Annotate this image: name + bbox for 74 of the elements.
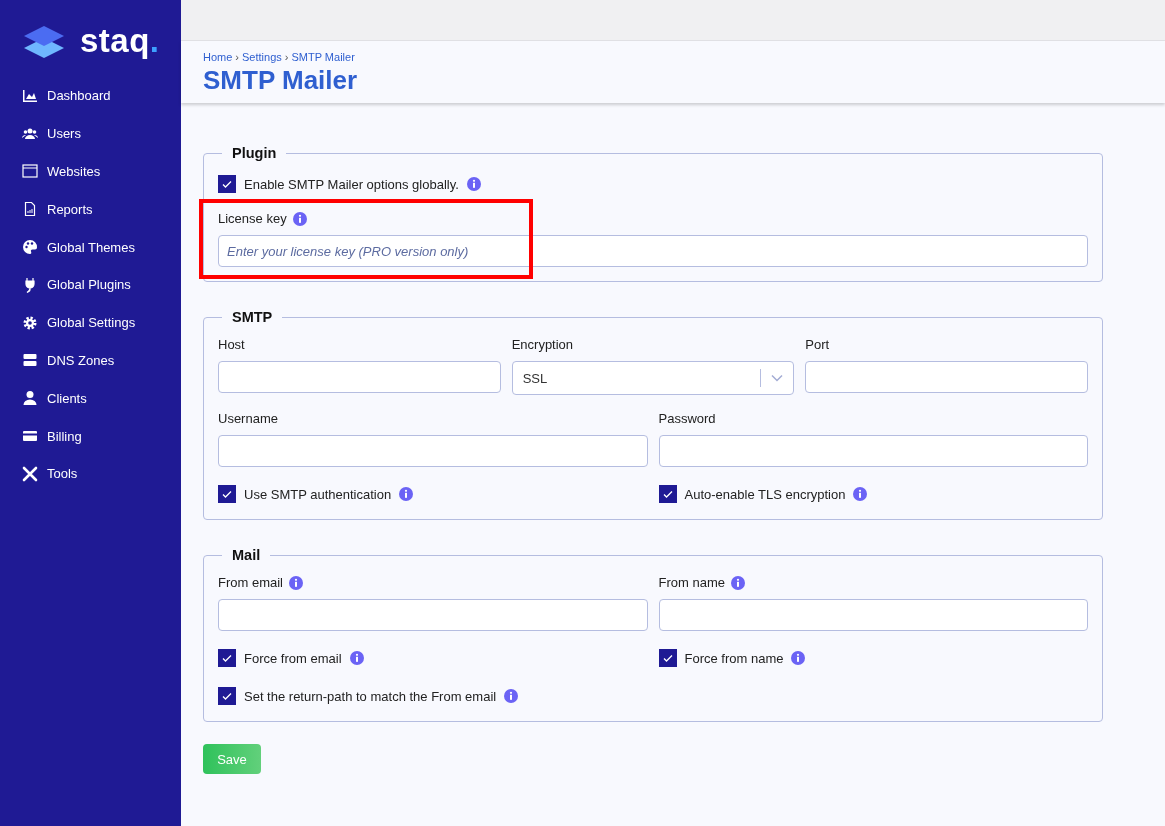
- check-icon: [221, 178, 233, 190]
- checkbox-label: Enable SMTP Mailer options globally.: [244, 176, 459, 192]
- checkbox-label: Force from email: [244, 650, 342, 666]
- check-icon: [221, 488, 233, 500]
- checkbox[interactable]: [218, 485, 236, 503]
- info-icon[interactable]: [399, 487, 414, 501]
- nav-item[interactable]: Global Plugins: [0, 266, 181, 304]
- input-field[interactable]: Enter your license key (PRO version only): [218, 235, 1088, 267]
- info-icon[interactable]: [289, 575, 303, 590]
- nav-item[interactable]: Dashboard: [0, 77, 181, 115]
- check-icon: [661, 488, 674, 500]
- field-label: Password: [658, 411, 716, 426]
- tools-icon: [22, 465, 38, 482]
- check-icon: [221, 652, 233, 664]
- file-icon: [22, 201, 38, 218]
- input-field[interactable]: [218, 435, 648, 467]
- field-label: From name: [658, 575, 725, 590]
- nav-item[interactable]: Tools: [0, 454, 181, 493]
- page-title: SMTP Mailer: [203, 65, 359, 95]
- nav-item[interactable]: Clients: [0, 379, 181, 418]
- plug-icon: [22, 276, 38, 293]
- nav-item[interactable]: Users: [0, 114, 181, 153]
- input-field[interactable]: [658, 599, 1088, 631]
- checkbox[interactable]: [218, 649, 236, 667]
- input-field[interactable]: [218, 599, 648, 631]
- checkbox-label: Set the return-path to match the From email: [244, 688, 497, 704]
- input-field[interactable]: [658, 435, 1088, 467]
- nav-item[interactable]: Reports: [0, 190, 181, 229]
- checkbox[interactable]: [658, 649, 677, 667]
- breadcrumb-link[interactable]: Home: [203, 51, 233, 63]
- nav-item[interactable]: Global Themes: [0, 228, 181, 266]
- checkbox-label: Auto-enable TLS encryption: [684, 486, 846, 502]
- select-dropdown[interactable]: SSL: [511, 361, 795, 395]
- section-title: Mail: [231, 547, 262, 563]
- breadcrumb-link[interactable]: SMTP Mailer: [291, 51, 355, 63]
- breadcrumb-separator: ›: [235, 51, 239, 63]
- section-title: SMTP: [231, 309, 274, 325]
- palette-icon: [22, 239, 38, 256]
- checkbox[interactable]: [218, 687, 236, 705]
- field-label: Port: [805, 337, 830, 352]
- field-label: Username: [218, 411, 278, 426]
- input-field[interactable]: [805, 361, 1088, 393]
- chevron-down-icon: [771, 374, 784, 382]
- checkbox-label: Force from name: [684, 650, 784, 666]
- field-label: From email: [218, 575, 283, 590]
- nav-item[interactable]: DNS Zones: [0, 341, 181, 380]
- breadcrumb-separator: ›: [284, 51, 289, 63]
- checkbox[interactable]: [218, 175, 236, 193]
- info-icon[interactable]: [466, 177, 481, 191]
- check-icon: [221, 690, 233, 702]
- brand-name[interactable]: staq.: [80, 23, 160, 57]
- nav-item[interactable]: Billing: [0, 417, 181, 455]
- info-icon[interactable]: [292, 211, 307, 226]
- info-icon[interactable]: [730, 575, 745, 590]
- input-field[interactable]: [218, 361, 501, 393]
- info-icon[interactable]: [504, 689, 519, 703]
- field-label: Host: [218, 337, 245, 352]
- info-icon[interactable]: [791, 651, 806, 665]
- nav-item[interactable]: Global Settings: [0, 303, 181, 342]
- field-label: Encryption: [511, 337, 574, 352]
- info-icon[interactable]: [349, 651, 364, 665]
- breadcrumb-link[interactable]: Settings: [242, 51, 282, 63]
- gear-icon: [22, 314, 38, 331]
- nav-item[interactable]: Websites: [0, 152, 181, 191]
- user-icon: [22, 390, 38, 407]
- checkbox-label: Use SMTP authentication: [244, 486, 392, 502]
- check-icon: [661, 652, 674, 664]
- window-icon: [22, 163, 38, 180]
- checkbox[interactable]: [658, 485, 677, 503]
- server-icon: [22, 352, 38, 369]
- section-title: Plugin: [231, 145, 278, 161]
- chart-icon: [22, 87, 38, 104]
- field-label: License key: [218, 211, 287, 226]
- info-icon[interactable]: [853, 487, 868, 501]
